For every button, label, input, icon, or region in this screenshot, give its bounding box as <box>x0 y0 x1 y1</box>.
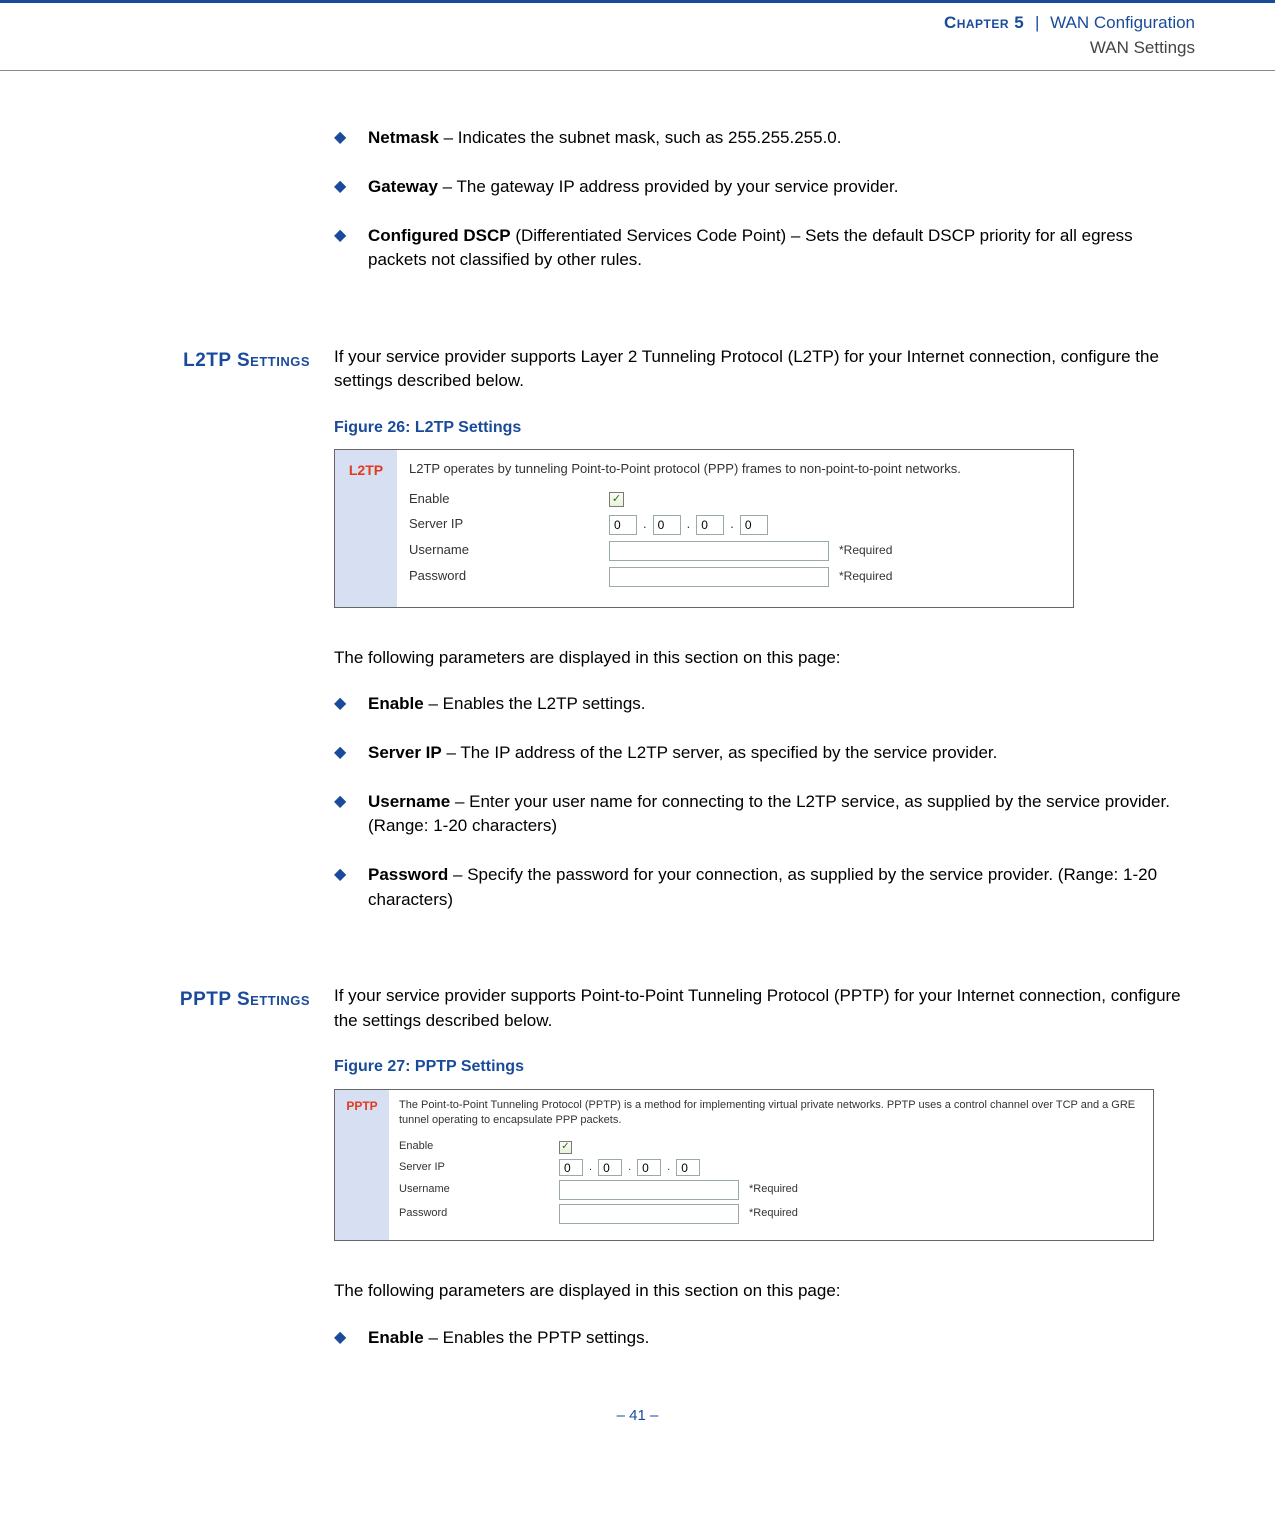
bullet-term: Enable <box>368 1328 424 1347</box>
l2tp-username-label: Username <box>409 541 609 560</box>
l2tp-sidebar-label: L2TP <box>349 460 383 480</box>
pptp-bullet-list: Enable – Enables the PPTP settings. <box>334 1326 1195 1351</box>
pptp-ip-octet-3[interactable] <box>637 1159 661 1176</box>
l2tp-password-input[interactable] <box>609 567 829 587</box>
required-note: *Required <box>839 542 892 559</box>
l2tp-panel-description: L2TP operates by tunneling Point-to-Poin… <box>409 460 1061 478</box>
pptp-post-intro: The following parameters are displayed i… <box>334 1279 1195 1304</box>
ip-dot: . <box>665 1160 672 1176</box>
bullet-text: – Indicates the subnet mask, such as 255… <box>439 128 842 147</box>
l2tp-password-label: Password <box>409 567 609 586</box>
list-item: Configured DSCP (Differentiated Services… <box>334 224 1195 273</box>
pptp-serverip-label: Server IP <box>399 1160 559 1176</box>
l2tp-heading: L2TP Settings <box>80 345 310 984</box>
list-item: Username – Enter your user name for conn… <box>334 790 1195 839</box>
bullet-term: Server IP <box>368 743 442 762</box>
l2tp-enable-label: Enable <box>409 490 609 509</box>
l2tp-enable-checkbox[interactable]: ✓ <box>609 492 624 507</box>
pptp-heading: PPTP Settings <box>80 984 310 1374</box>
required-note: *Required <box>749 1182 798 1198</box>
ip-dot: . <box>685 515 693 534</box>
l2tp-ip-octet-2[interactable] <box>653 515 681 535</box>
list-item: Gateway – The gateway IP address provide… <box>334 175 1195 200</box>
bullet-term: Username <box>368 792 450 811</box>
list-item: Enable – Enables the PPTP settings. <box>334 1326 1195 1351</box>
pptp-ip-octet-4[interactable] <box>676 1159 700 1176</box>
ip-dot: . <box>728 515 736 534</box>
bullet-term: Enable <box>368 694 424 713</box>
l2tp-ip-octet-1[interactable] <box>609 515 637 535</box>
pptp-username-input[interactable] <box>559 1180 739 1200</box>
bullet-text: – Enter your user name for connecting to… <box>368 792 1170 836</box>
chapter-label: Chapter 5 <box>944 13 1024 32</box>
list-item: Netmask – Indicates the subnet mask, suc… <box>334 126 1195 151</box>
pptp-password-input[interactable] <box>559 1204 739 1224</box>
l2tp-ip-octet-3[interactable] <box>696 515 724 535</box>
bullet-term: Gateway <box>368 177 438 196</box>
l2tp-ip-octet-4[interactable] <box>740 515 768 535</box>
page-number: – 41 – <box>80 1375 1195 1437</box>
pptp-username-label: Username <box>399 1182 559 1198</box>
required-note: *Required <box>749 1206 798 1222</box>
pptp-sidebar: PPTP <box>335 1090 389 1241</box>
l2tp-serverip-label: Server IP <box>409 515 609 534</box>
l2tp-intro: If your service provider supports Layer … <box>334 345 1195 394</box>
ip-dot: . <box>626 1160 633 1176</box>
bullet-term: Configured DSCP <box>368 226 511 245</box>
page-header: Chapter 5 | WAN Configuration WAN Settin… <box>80 3 1195 70</box>
l2tp-post-intro: The following parameters are displayed i… <box>334 646 1195 671</box>
pptp-enable-checkbox[interactable]: ✓ <box>559 1141 572 1154</box>
bullet-text: – Specify the password for your connecti… <box>368 865 1157 909</box>
l2tp-bullet-list: Enable – Enables the L2TP settings. Serv… <box>334 692 1195 912</box>
pptp-enable-label: Enable <box>399 1139 559 1155</box>
figure-27-caption: Figure 27: PPTP Settings <box>334 1055 1195 1078</box>
pptp-intro: If your service provider supports Point-… <box>334 984 1195 1033</box>
intro-bullet-list: Netmask – Indicates the subnet mask, suc… <box>334 126 1195 273</box>
bullet-text: – The IP address of the L2TP server, as … <box>442 743 998 762</box>
list-item: Password – Specify the password for your… <box>334 863 1195 912</box>
list-item: Server IP – The IP address of the L2TP s… <box>334 741 1195 766</box>
pptp-panel-description: The Point-to-Point Tunneling Protocol (P… <box>399 1098 1143 1128</box>
pptp-ip-octet-1[interactable] <box>559 1159 583 1176</box>
bullet-term: Netmask <box>368 128 439 147</box>
l2tp-figure-panel: L2TP L2TP operates by tunneling Point-to… <box>334 449 1074 607</box>
section-title: WAN Settings <box>80 36 1195 61</box>
ip-dot: . <box>587 1160 594 1176</box>
ip-dot: . <box>641 515 649 534</box>
chapter-title: WAN Configuration <box>1050 13 1195 32</box>
l2tp-sidebar: L2TP <box>335 450 397 606</box>
pptp-figure-panel: PPTP The Point-to-Point Tunneling Protoc… <box>334 1089 1154 1242</box>
required-note: *Required <box>839 568 892 585</box>
l2tp-username-input[interactable] <box>609 541 829 561</box>
pptp-password-label: Password <box>399 1206 559 1222</box>
bullet-term: Password <box>368 865 448 884</box>
pptp-sidebar-label: PPTP <box>346 1098 377 1115</box>
header-separator: | <box>1029 13 1045 32</box>
figure-26-caption: Figure 26: L2TP Settings <box>334 416 1195 439</box>
bullet-text: – Enables the L2TP settings. <box>424 694 646 713</box>
bullet-text: – Enables the PPTP settings. <box>424 1328 650 1347</box>
list-item: Enable – Enables the L2TP settings. <box>334 692 1195 717</box>
pptp-ip-octet-2[interactable] <box>598 1159 622 1176</box>
bullet-text: – The gateway IP address provided by you… <box>438 177 899 196</box>
